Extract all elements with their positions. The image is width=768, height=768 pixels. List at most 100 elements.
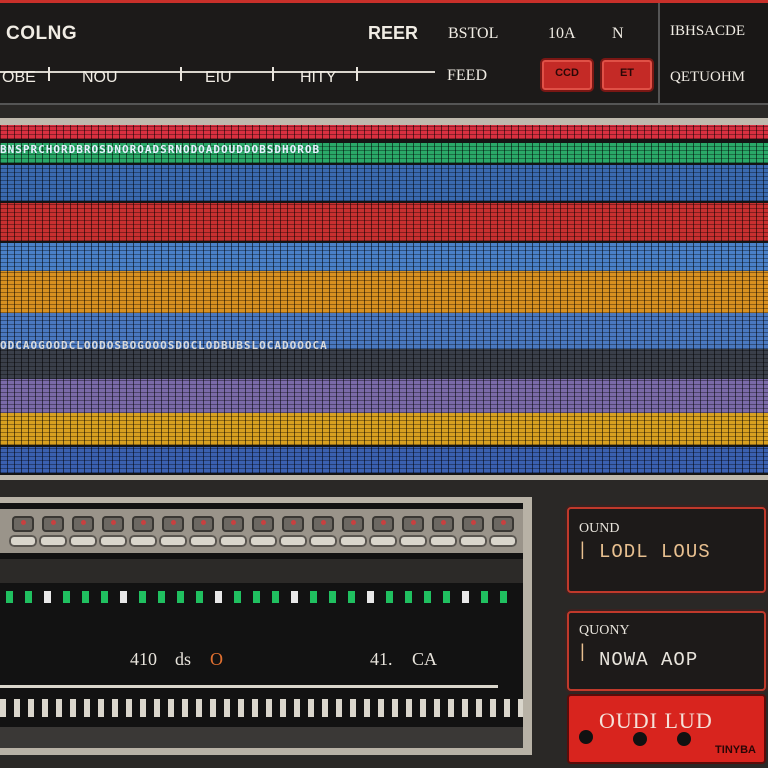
spectrum-band bbox=[0, 379, 768, 413]
level-led bbox=[386, 591, 393, 603]
level-led bbox=[367, 591, 374, 603]
header: COLNG REER BSTOL 10A N OBE NOU EIU HITY … bbox=[0, 3, 768, 105]
mixer-knob[interactable] bbox=[398, 513, 428, 549]
level-led bbox=[177, 591, 184, 603]
timeline-tick bbox=[272, 67, 274, 81]
level-led bbox=[462, 591, 469, 603]
header-button-label: CCD bbox=[555, 67, 579, 79]
alert-dot bbox=[579, 730, 593, 744]
mixer-knob[interactable] bbox=[488, 513, 518, 549]
level-led bbox=[6, 591, 13, 603]
spectrum-band bbox=[0, 203, 768, 241]
header-side-panel: IBHSACDE QETUOHM bbox=[658, 3, 768, 103]
level-led bbox=[139, 591, 146, 603]
spectrum-band bbox=[0, 413, 768, 445]
timeline-label: EIU bbox=[205, 69, 232, 86]
alert-panel-label: OUDI LUD bbox=[599, 708, 713, 733]
header-button-1[interactable]: CCD bbox=[540, 58, 594, 92]
app-title: COLNG bbox=[6, 23, 78, 44]
panel-big-label: NOWA AOP bbox=[599, 649, 699, 671]
mixer-knob[interactable] bbox=[158, 513, 188, 549]
mixer-value: O bbox=[210, 649, 223, 669]
mixer-value: ds bbox=[175, 649, 192, 669]
mixer-value: 41. bbox=[370, 649, 393, 669]
level-led bbox=[120, 591, 127, 603]
panel-small-label: OUND bbox=[579, 521, 620, 536]
feed-label: FEED bbox=[447, 67, 487, 84]
mixer-knob[interactable] bbox=[38, 513, 68, 549]
level-led bbox=[272, 591, 279, 603]
level-led bbox=[500, 591, 507, 603]
header-button-label: ET bbox=[619, 67, 635, 79]
mixer-knob[interactable] bbox=[188, 513, 218, 549]
mixer-knob[interactable] bbox=[8, 513, 38, 549]
mixer-bottom-strip bbox=[0, 727, 523, 748]
spectrum-band bbox=[0, 165, 768, 201]
key-row[interactable] bbox=[0, 699, 523, 717]
mixer-knob[interactable] bbox=[338, 513, 368, 549]
fader-row[interactable] bbox=[0, 559, 523, 583]
menu-reer[interactable]: REER bbox=[368, 23, 418, 44]
level-led bbox=[424, 591, 431, 603]
alert-dot bbox=[677, 732, 691, 746]
alert-panel-tag: TINYBA bbox=[715, 744, 756, 756]
alert-dot bbox=[633, 732, 647, 746]
level-led bbox=[101, 591, 108, 603]
level-led bbox=[405, 591, 412, 603]
mixer-rail bbox=[0, 685, 498, 688]
status-panel-2[interactable]: QUONY | NOWA AOP bbox=[567, 611, 766, 691]
mixer-knob[interactable] bbox=[458, 513, 488, 549]
timeline-tick bbox=[180, 67, 182, 81]
mixer-knob[interactable] bbox=[278, 513, 308, 549]
header-button-2[interactable]: ET bbox=[600, 58, 654, 92]
level-led bbox=[253, 591, 260, 603]
level-led bbox=[291, 591, 298, 603]
spectrum-display[interactable]: BNSPRCHORDBROSDNOROADSRNODOADOUDDOBSDHOR… bbox=[0, 125, 768, 475]
level-led bbox=[234, 591, 241, 603]
timeline-label: NOU bbox=[82, 69, 118, 86]
mixer-value: 410 bbox=[130, 649, 157, 669]
spectrum-band bbox=[0, 447, 768, 473]
mixer-panel: 410 ds O 41. CA bbox=[0, 503, 523, 748]
level-led bbox=[158, 591, 165, 603]
menu-10a[interactable]: 10A bbox=[548, 25, 576, 43]
spectrum-band bbox=[0, 271, 768, 313]
level-led bbox=[443, 591, 450, 603]
panel-marker: | bbox=[577, 643, 588, 663]
mixer-knob[interactable] bbox=[218, 513, 248, 549]
level-led bbox=[196, 591, 203, 603]
mixer-knob[interactable] bbox=[428, 513, 458, 549]
spectrum-band bbox=[0, 125, 768, 139]
mixer-value: CA bbox=[412, 649, 438, 669]
level-led bbox=[310, 591, 317, 603]
mixer-knob[interactable] bbox=[98, 513, 128, 549]
level-led bbox=[215, 591, 222, 603]
timeline-tick bbox=[356, 67, 358, 81]
menu-n[interactable]: N bbox=[612, 25, 624, 43]
level-led bbox=[481, 591, 488, 603]
mixer-knob[interactable] bbox=[128, 513, 158, 549]
panel-marker: | bbox=[577, 541, 588, 561]
mixer-knob[interactable] bbox=[68, 513, 98, 549]
level-led bbox=[82, 591, 89, 603]
status-panel-1[interactable]: OUND | LODL LOUS bbox=[567, 507, 766, 593]
side-panel-title: IBHSACDE bbox=[670, 23, 746, 39]
mixer-knob[interactable] bbox=[368, 513, 398, 549]
timeline-bar[interactable]: OBE NOU EIU HITY bbox=[0, 61, 440, 89]
alert-panel[interactable]: OUDI LUD TINYBA bbox=[567, 694, 766, 764]
knob-row bbox=[0, 509, 523, 553]
spectrum-mid-text: ODCAOGOODCLOODOSBOGOOOSDOCLODBUBSLOCADOO… bbox=[0, 339, 328, 352]
header-main: COLNG REER BSTOL 10A N OBE NOU EIU HITY … bbox=[0, 3, 655, 103]
panel-small-label: QUONY bbox=[579, 623, 630, 638]
level-led bbox=[348, 591, 355, 603]
mixer-knob[interactable] bbox=[248, 513, 278, 549]
level-led bbox=[44, 591, 51, 603]
menu-bstol[interactable]: BSTOL bbox=[448, 25, 498, 43]
mixer-knob[interactable] bbox=[308, 513, 338, 549]
spectrum-top-text: BNSPRCHORDBROSDNOROADSRNODOADOUDDOBSDHOR… bbox=[0, 143, 321, 156]
level-led bbox=[329, 591, 336, 603]
panel-big-label: LODL LOUS bbox=[599, 541, 711, 563]
side-panel-subtitle: QETUOHM bbox=[670, 69, 745, 85]
level-led bbox=[25, 591, 32, 603]
led-row bbox=[0, 591, 523, 605]
